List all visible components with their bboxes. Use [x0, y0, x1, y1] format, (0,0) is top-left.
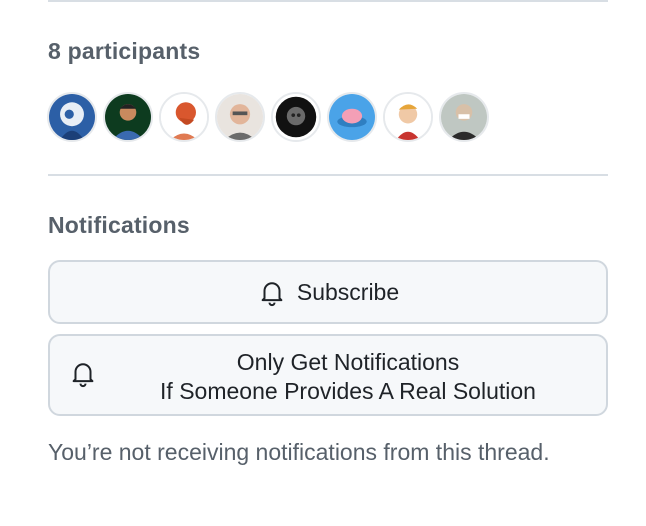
section-divider: [48, 174, 608, 176]
bell-icon: [68, 358, 98, 388]
bell-icon: [257, 277, 287, 307]
participant-avatar[interactable]: [383, 92, 433, 142]
subscribe-label: Subscribe: [296, 278, 400, 305]
custom-notifications-line-2: If Someone Provides A Real Solution: [160, 378, 536, 404]
participant-avatar[interactable]: [327, 92, 377, 142]
custom-notifications-label: Only Get Notifications If Someone Provid…: [110, 348, 586, 406]
participants-heading: 8 participants: [48, 38, 201, 64]
custom-notifications-button[interactable]: Only Get Notifications If Someone Provid…: [48, 334, 608, 416]
participants-avatar-list: [47, 92, 489, 142]
participant-avatar[interactable]: [439, 92, 489, 142]
participant-avatar[interactable]: [103, 92, 153, 142]
custom-notifications-line-1: Only Get Notifications: [236, 349, 460, 375]
notification-status-text: You’re not receiving notifications from …: [48, 439, 550, 465]
top-divider: [48, 0, 608, 2]
participant-avatar[interactable]: [215, 92, 265, 142]
participant-avatar[interactable]: [47, 92, 97, 142]
participant-avatar[interactable]: [159, 92, 209, 142]
notifications-heading: Notifications: [48, 212, 190, 238]
subscribe-button[interactable]: Subscribe: [48, 260, 608, 324]
participant-avatar[interactable]: [271, 92, 321, 142]
